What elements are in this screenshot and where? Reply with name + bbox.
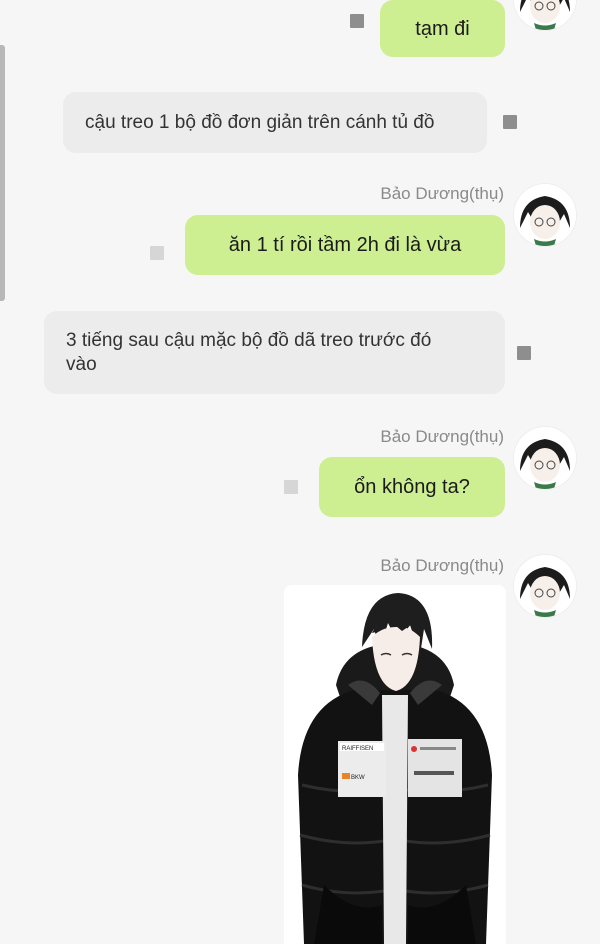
sender-name: Bảo Dương(thụ) <box>380 556 504 575</box>
message-text: tạm đi <box>415 17 470 40</box>
avatar[interactable] <box>514 184 576 246</box>
message-status-icon <box>284 480 298 494</box>
avatar[interactable] <box>514 0 576 30</box>
outgoing-message[interactable]: ổn không ta? <box>319 457 505 517</box>
outgoing-message[interactable]: tạm đi <box>380 0 505 57</box>
sender-name: Bảo Dương(thụ) <box>380 427 504 446</box>
patch-text: BKW <box>351 775 365 781</box>
message-text: 3 tiếng sau cậu mặc bộ đồ dã treo trước … <box>66 329 432 375</box>
message-text: ăn 1 tí rồi tầm 2h đi là vừa <box>228 234 462 256</box>
sender-name: Bảo Dương(thụ) <box>380 184 504 203</box>
image-attachment[interactable]: RAIFFISEN BKW <box>284 585 506 944</box>
incoming-message[interactable]: cậu treo 1 bộ đồ đơn giản trên cánh tủ đ… <box>63 92 487 153</box>
patch-text: RAIFFISEN <box>342 746 373 752</box>
message-status-icon <box>503 115 517 129</box>
incoming-message[interactable]: 3 tiếng sau cậu mặc bộ đồ dã treo trước … <box>44 311 505 394</box>
scrollbar[interactable] <box>0 45 5 301</box>
outgoing-message[interactable]: ăn 1 tí rồi tầm 2h đi là vừa <box>185 215 505 275</box>
message-text: cậu treo 1 bộ đồ đơn giản trên cánh tủ đ… <box>85 111 435 133</box>
illustration: RAIFFISEN BKW <box>284 585 506 944</box>
avatar[interactable] <box>514 427 576 489</box>
message-status-icon <box>350 14 364 28</box>
message-status-icon <box>150 246 164 260</box>
message-text: ổn không ta? <box>354 476 470 498</box>
message-status-icon <box>517 346 531 360</box>
avatar[interactable] <box>514 555 576 617</box>
